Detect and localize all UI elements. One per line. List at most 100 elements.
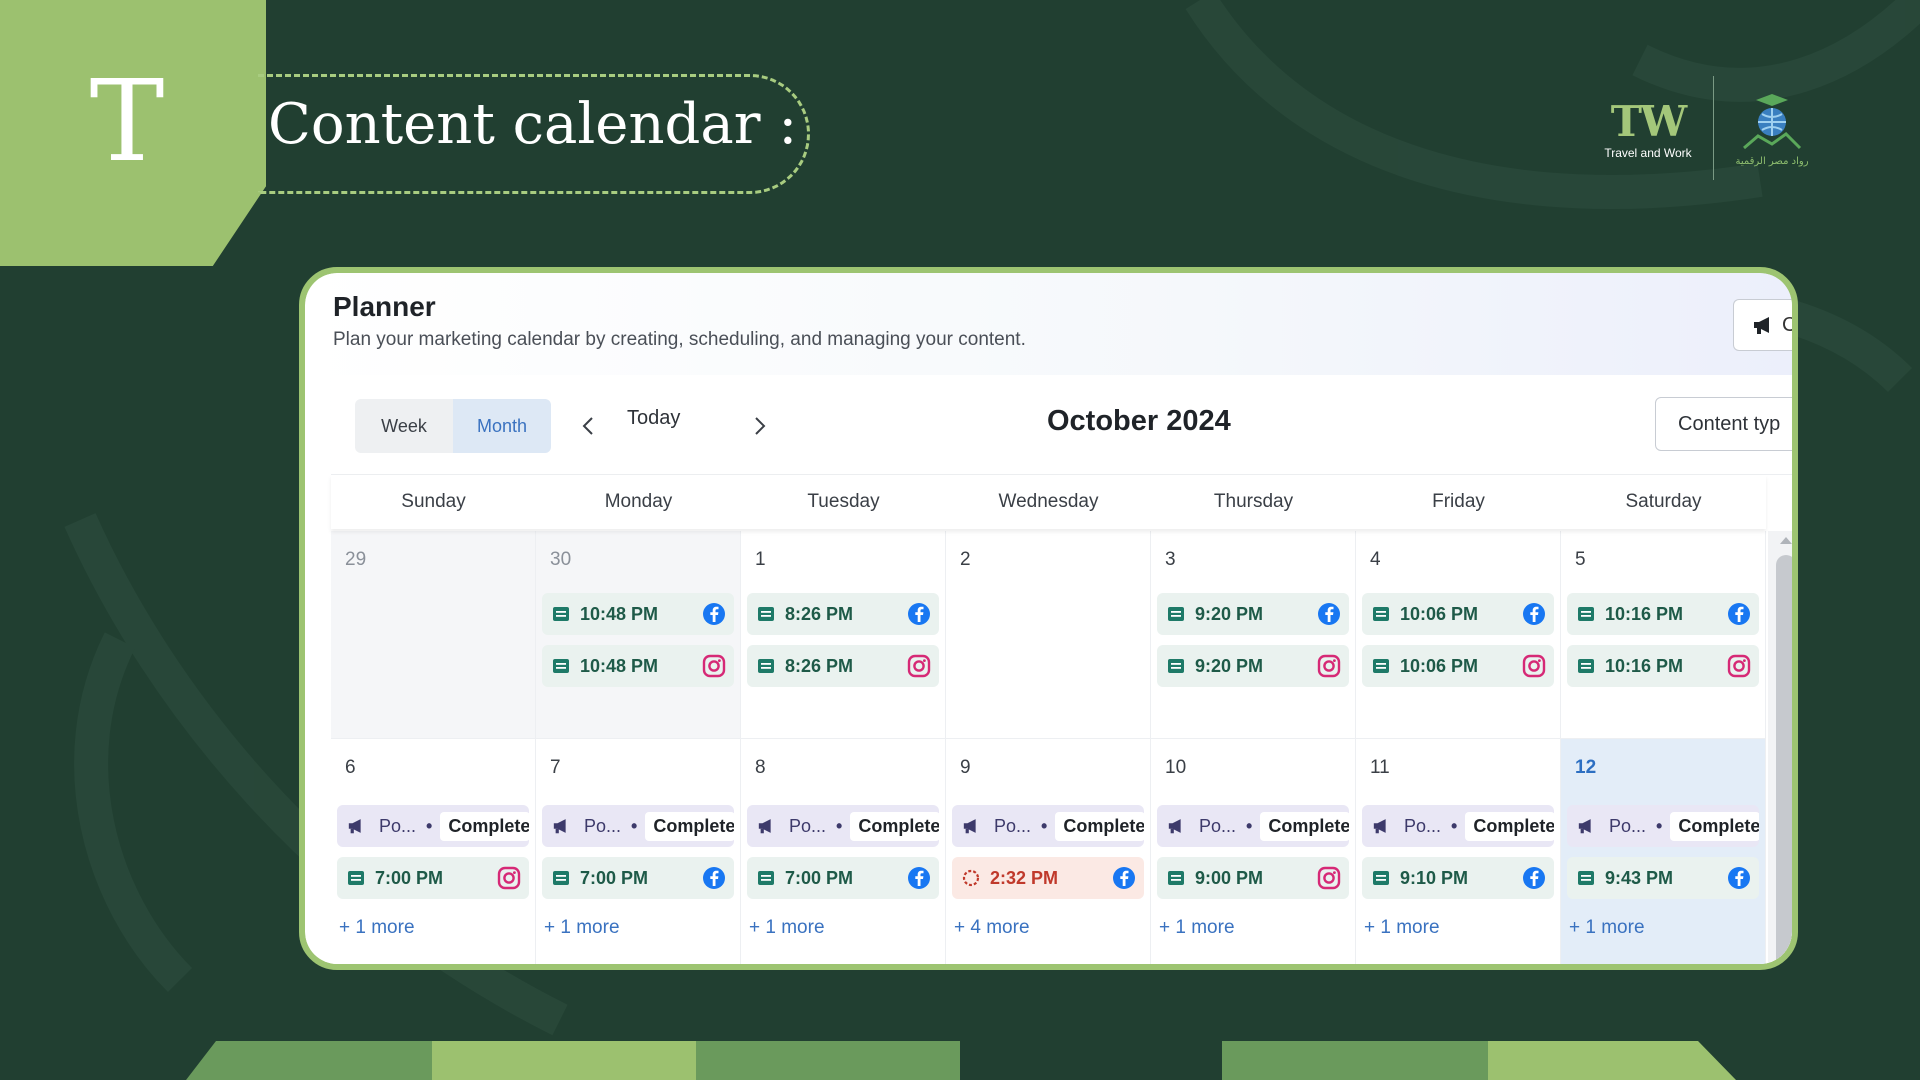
day-number: 2 (960, 549, 971, 570)
calendar-day-cell[interactable]: 12 Po... • Complete 9:43 PM + 1 more (1561, 739, 1766, 964)
create-campaign-label: C (1782, 314, 1792, 337)
post-icon (758, 871, 774, 885)
travel-and-work-logo: TW Travel and Work (1598, 100, 1698, 161)
calendar-day-cell[interactable]: 5 10:16 PM 10:16 PM (1561, 531, 1766, 739)
content-type-filter[interactable]: Content typ (1655, 397, 1792, 451)
post-time: 7:00 PM (785, 867, 854, 888)
bottom-decoration (186, 1041, 1736, 1080)
instagram-icon (1317, 654, 1341, 678)
calendar-scrollbar[interactable] (1768, 531, 1792, 964)
day-number: 7 (550, 757, 561, 778)
calendar-day-cell[interactable]: 30 10:48 PM 10:48 PM (536, 531, 741, 739)
day-number: 4 (1370, 549, 1381, 570)
logo-divider (1713, 76, 1714, 180)
calendar-day-cell[interactable]: 1 8:26 PM 8:26 PM (741, 531, 946, 739)
post-time: 10:48 PM (580, 603, 659, 624)
scheduled-post[interactable]: 7:00 PM (542, 857, 734, 899)
campaign-chip[interactable]: Po... • Complete (952, 805, 1144, 847)
previous-month-button[interactable] (573, 409, 603, 443)
section-badge-letter: T (89, 57, 165, 187)
calendar-day-cell[interactable]: 4 10:06 PM 10:06 PM (1356, 531, 1561, 739)
calendar-day-cell[interactable]: 11 Po... • Complete 9:10 PM + 1 more (1356, 739, 1561, 964)
scheduled-post[interactable]: 9:00 PM (1157, 857, 1349, 899)
day-number: 8 (755, 757, 766, 778)
post-time: 9:43 PM (1605, 867, 1674, 888)
day-number: 6 (345, 757, 356, 778)
more-events-link[interactable]: + 1 more (544, 917, 620, 939)
campaign-chip[interactable]: Po... • Complete (1567, 805, 1759, 847)
tw-logo-caption: Travel and Work (1604, 146, 1692, 160)
scheduled-post[interactable]: 10:16 PM (1567, 593, 1759, 635)
megaphone-icon (963, 819, 976, 834)
scheduled-post[interactable]: 2:32 PM (952, 857, 1144, 899)
more-events-link[interactable]: + 1 more (1159, 917, 1235, 939)
scheduled-post[interactable]: 10:06 PM (1362, 593, 1554, 635)
create-campaign-button[interactable]: C (1733, 299, 1792, 351)
campaign-chip[interactable]: Po... • Complete (747, 805, 939, 847)
post-icon (1373, 659, 1389, 673)
calendar-day-cell[interactable]: 29 (331, 531, 536, 739)
scheduled-post[interactable]: 10:16 PM (1567, 645, 1759, 687)
calendar-day-cell[interactable]: 9 Po... • Complete 2:32 PM + 4 more (946, 739, 1151, 964)
page-title: Content calendar : (268, 92, 798, 157)
day-header-wednesday: Wednesday (998, 491, 1099, 512)
scheduled-post[interactable]: 10:06 PM (1362, 645, 1554, 687)
campaign-chip[interactable]: Po... • Complete (1362, 805, 1554, 847)
more-events-link[interactable]: + 1 more (749, 917, 825, 939)
calendar-day-cell[interactable]: 8 Po... • Complete 7:00 PM + 1 more (741, 739, 946, 964)
separator-dot: • (631, 815, 638, 836)
campaign-chip[interactable]: Po... • Complete (337, 805, 529, 847)
more-events-link[interactable]: + 1 more (1569, 917, 1645, 939)
post-time: 10:48 PM (580, 655, 659, 676)
scheduled-post[interactable]: 9:20 PM (1157, 593, 1349, 635)
post-icon (758, 659, 774, 673)
scheduled-post[interactable]: 8:26 PM (747, 645, 939, 687)
campaign-status: Complete (1465, 811, 1554, 841)
more-events-link[interactable]: + 1 more (339, 917, 415, 939)
scheduled-post[interactable]: 9:43 PM (1567, 857, 1759, 899)
next-month-button[interactable] (745, 409, 775, 443)
calendar: Week Month Today October 2024 Content ty… (331, 375, 1792, 964)
scheduled-post[interactable]: 10:48 PM (542, 645, 734, 687)
scheduled-post[interactable]: 8:26 PM (747, 593, 939, 635)
megaphone-icon (348, 819, 361, 834)
scheduled-post[interactable]: 9:20 PM (1157, 645, 1349, 687)
calendar-day-cell[interactable]: 6 Po... • Complete 7:00 PM + 1 more (331, 739, 536, 964)
post-time: 9:10 PM (1400, 867, 1469, 888)
more-events-link[interactable]: + 1 more (1364, 917, 1440, 939)
facebook-icon (1523, 603, 1545, 625)
megaphone-icon (1754, 317, 1769, 334)
scheduled-post[interactable]: 7:00 PM (747, 857, 939, 899)
scroll-thumb[interactable] (1776, 555, 1792, 964)
planner-card: Planner Plan your marketing calendar by … (305, 273, 1792, 964)
post-icon (553, 607, 569, 621)
scroll-up-arrow-icon[interactable] (1780, 537, 1792, 544)
scheduled-post[interactable]: 10:48 PM (542, 593, 734, 635)
post-icon (553, 871, 569, 885)
month-view-button[interactable]: Month (453, 399, 551, 453)
scheduled-post[interactable]: 7:00 PM (337, 857, 529, 899)
today-button[interactable]: Today (627, 407, 680, 430)
pending-spinner-icon (962, 869, 980, 887)
planner-title: Planner (333, 291, 436, 322)
scheduled-post[interactable]: 9:10 PM (1362, 857, 1554, 899)
post-time: 7:00 PM (580, 867, 649, 888)
calendar-day-cell[interactable]: 3 9:20 PM 9:20 PM (1151, 531, 1356, 739)
planner-screenshot-frame: Planner Plan your marketing calendar by … (299, 267, 1798, 970)
campaign-chip[interactable]: Po... • Complete (542, 805, 734, 847)
post-time: 10:16 PM (1605, 655, 1684, 676)
facebook-icon (1523, 867, 1545, 889)
post-icon (1168, 871, 1184, 885)
week-view-button[interactable]: Week (355, 399, 453, 453)
calendar-day-cell[interactable]: 10 Po... • Complete 9:00 PM + 1 more (1151, 739, 1356, 964)
globe-graduation-icon: رواد مصر الرقمية (1735, 94, 1809, 167)
day-number: 29 (345, 549, 367, 570)
post-time: 7:00 PM (375, 867, 444, 888)
calendar-day-cell[interactable]: 7 Po... • Complete 7:00 PM + 1 more (536, 739, 741, 964)
calendar-day-cell[interactable]: 2 (946, 531, 1151, 739)
facebook-icon (1113, 867, 1135, 889)
more-events-link[interactable]: + 4 more (954, 917, 1030, 939)
month-title: October 2024 (1047, 405, 1231, 437)
campaign-chip[interactable]: Po... • Complete (1157, 805, 1349, 847)
facebook-icon (1318, 603, 1340, 625)
